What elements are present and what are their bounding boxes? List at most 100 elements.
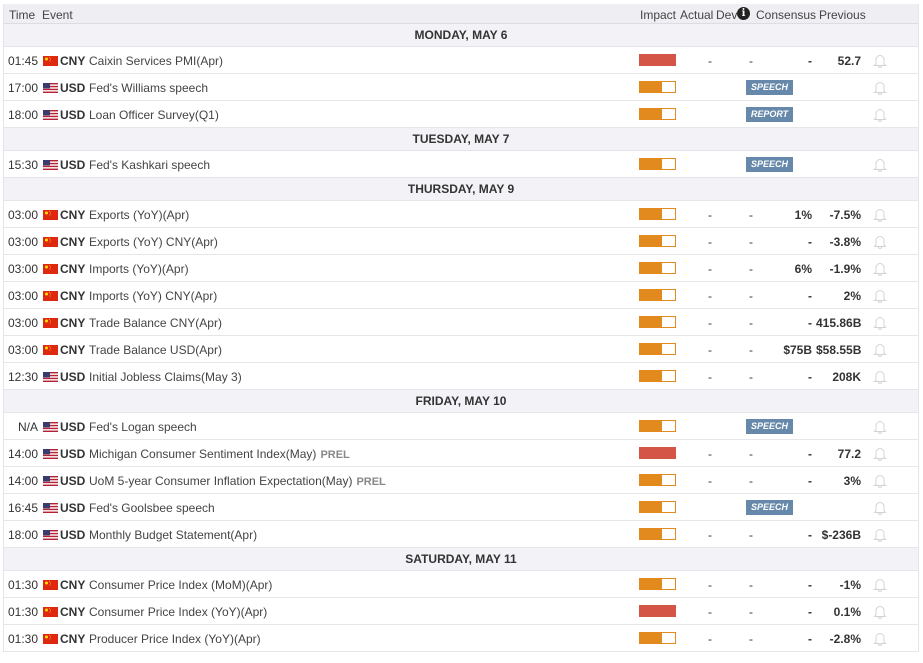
col-impact[interactable]: Impact xyxy=(640,8,676,22)
table-row[interactable]: 18:00 USD Monthly Budget Statement(Apr) - - -… xyxy=(4,521,918,548)
table-row[interactable]: 03:00 CNY Trade Balance USD(Apr) - - $75B $58.… xyxy=(4,336,918,363)
china-flag-icon xyxy=(43,606,58,617)
table-row[interactable]: 01:30 CNY Producer Price Index (YoY)(Apr) -… xyxy=(4,625,918,652)
currency: CNY xyxy=(60,316,86,330)
event-name[interactable]: Consumer Price Index (MoM)(Apr) xyxy=(89,578,272,592)
previous-value: 52.7 xyxy=(837,54,861,68)
event-name[interactable]: Fed's Logan speech xyxy=(89,420,197,434)
speech-badge: SPEECH xyxy=(746,80,793,95)
bell-icon[interactable] xyxy=(873,53,887,68)
table-row[interactable]: 03:00 CNY Imports (YoY) CNY(Apr) - - - 2% xyxy=(4,282,918,309)
col-actual[interactable]: Actual xyxy=(680,8,713,22)
impact-high xyxy=(639,447,676,459)
event-name[interactable]: Producer Price Index (YoY)(Apr) xyxy=(89,632,261,646)
table-row[interactable]: 03:00 CNY Exports (YoY)(Apr) - - 1% -7.5% xyxy=(4,201,918,228)
event-name[interactable]: Trade Balance USD(Apr) xyxy=(89,343,222,357)
day-header: MONDAY, MAY 6 xyxy=(4,24,918,47)
bell-icon[interactable] xyxy=(873,473,887,488)
event-name[interactable]: Exports (YoY)(Apr) xyxy=(89,208,189,222)
bell-icon[interactable] xyxy=(873,234,887,249)
consensus-value: - xyxy=(808,578,812,592)
dev-value: - xyxy=(749,370,753,384)
bell-icon[interactable] xyxy=(873,419,887,434)
previous-value: 208K xyxy=(832,370,861,384)
event-name[interactable]: Fed's Goolsbee speech xyxy=(89,501,215,515)
table-row[interactable]: 18:00 USD Loan Officer Survey(Q1) REPORT xyxy=(4,101,918,128)
event-name[interactable]: Loan Officer Survey(Q1) xyxy=(89,108,219,122)
event-name[interactable]: Imports (YoY)(Apr) xyxy=(89,262,189,276)
bell-icon[interactable] xyxy=(873,157,887,172)
table-row[interactable]: 03:00 CNY Imports (YoY)(Apr) - - 6% -1.9% xyxy=(4,255,918,282)
event-name[interactable]: Imports (YoY) CNY(Apr) xyxy=(89,289,217,303)
info-icon[interactable]: i xyxy=(737,7,750,20)
event-title: Fed's Goolsbee speech xyxy=(89,501,215,515)
table-row[interactable]: 12:30 USD Initial Jobless Claims(May 3) - - -… xyxy=(4,363,918,390)
previous-value: 2% xyxy=(843,289,861,303)
currency: CNY xyxy=(60,54,86,68)
us-flag-icon xyxy=(43,159,58,170)
bell-icon[interactable] xyxy=(873,315,887,330)
table-row[interactable]: 03:00 CNY Exports (YoY) CNY(Apr) - - - -3.8% xyxy=(4,228,918,255)
dev-value: - xyxy=(749,605,753,619)
bell-icon[interactable] xyxy=(873,207,887,222)
china-flag-icon xyxy=(43,344,58,355)
event-title: Imports (YoY)(Apr) xyxy=(89,262,189,276)
dev-value: - xyxy=(749,54,753,68)
bell-icon[interactable] xyxy=(873,577,887,592)
currency: CNY xyxy=(60,632,86,646)
previous-value: -7.5% xyxy=(829,208,861,222)
table-row[interactable]: 17:00 USD Fed's Williams speech SPEECH xyxy=(4,74,918,101)
event-title: Fed's Williams speech xyxy=(89,81,208,95)
actual-value: - xyxy=(708,235,712,249)
event-title: Exports (YoY)(Apr) xyxy=(89,208,190,222)
event-name[interactable]: Initial Jobless Claims(May 3) xyxy=(89,370,242,384)
actual-value: - xyxy=(708,578,712,592)
previous-value: 77.2 xyxy=(837,447,861,461)
bell-icon[interactable] xyxy=(873,500,887,515)
bell-icon[interactable] xyxy=(873,631,887,646)
bell-icon[interactable] xyxy=(873,604,887,619)
table-row[interactable]: 14:00 USD UoM 5-year Consumer Inflation Ex… xyxy=(4,467,918,494)
event-name[interactable]: Exports (YoY) CNY(Apr) xyxy=(89,235,218,249)
event-name[interactable]: Consumer Price Index (YoY)(Apr) xyxy=(89,605,267,619)
event-time: 03:00 xyxy=(8,289,39,303)
event-name[interactable]: Fed's Williams speech xyxy=(89,81,208,95)
bell-icon[interactable] xyxy=(873,107,887,122)
event-name[interactable]: Michigan Consumer Sentiment Index(May) PR… xyxy=(89,447,350,461)
table-row[interactable]: 15:30 USD Fed's Kashkari speech SPEECH xyxy=(4,151,918,178)
col-dev[interactable]: Dev xyxy=(716,8,737,22)
col-event[interactable]: Event xyxy=(42,8,73,22)
bell-icon[interactable] xyxy=(873,288,887,303)
actual-value: - xyxy=(708,447,712,461)
us-flag-icon xyxy=(43,529,58,540)
previous-value: -3.8% xyxy=(829,235,861,249)
table-row[interactable]: 14:00 USD Michigan Consumer Sentiment Inde… xyxy=(4,440,918,467)
bell-icon[interactable] xyxy=(873,261,887,276)
bell-icon[interactable] xyxy=(873,342,887,357)
bell-icon[interactable] xyxy=(873,369,887,384)
prel-tag: PREL xyxy=(356,476,386,488)
event-title: Imports (YoY) CNY(Apr) xyxy=(89,289,218,303)
us-flag-icon xyxy=(43,421,58,432)
col-time[interactable]: Time xyxy=(9,8,35,22)
event-name[interactable]: Trade Balance CNY(Apr) xyxy=(89,316,222,330)
actual-value: - xyxy=(708,474,712,488)
table-row[interactable]: 03:00 CNY Trade Balance CNY(Apr) - - -415.86B xyxy=(4,309,918,336)
col-previous[interactable]: Previous xyxy=(819,8,866,22)
consensus-value: - xyxy=(808,528,812,542)
table-row[interactable]: 01:30 CNY Consumer Price Index (MoM)(Apr) -… xyxy=(4,571,918,598)
col-consensus[interactable]: Consensus xyxy=(756,8,816,22)
bell-icon[interactable] xyxy=(873,527,887,542)
previous-value: -1.9% xyxy=(829,262,861,276)
table-row[interactable]: N/A USD Fed's Logan speech SPEECH xyxy=(4,413,918,440)
bell-icon[interactable] xyxy=(873,80,887,95)
table-row[interactable]: 16:45 USD Fed's Goolsbee speech SPEECH xyxy=(4,494,918,521)
event-name[interactable]: Caixin Services PMI(Apr) xyxy=(89,54,223,68)
bell-icon[interactable] xyxy=(873,446,887,461)
table-row[interactable]: 01:45 CNY Caixin Services PMI(Apr) - - - 52.7 xyxy=(4,47,918,74)
table-row[interactable]: 01:30 CNY Consumer Price Index (YoY)(Apr) -… xyxy=(4,598,918,625)
event-name[interactable]: Fed's Kashkari speech xyxy=(89,158,210,172)
event-name[interactable]: UoM 5-year Consumer Inflation Expectatio… xyxy=(89,474,386,488)
event-name[interactable]: Monthly Budget Statement(Apr) xyxy=(89,528,257,542)
event-time: 17:00 xyxy=(8,81,39,95)
